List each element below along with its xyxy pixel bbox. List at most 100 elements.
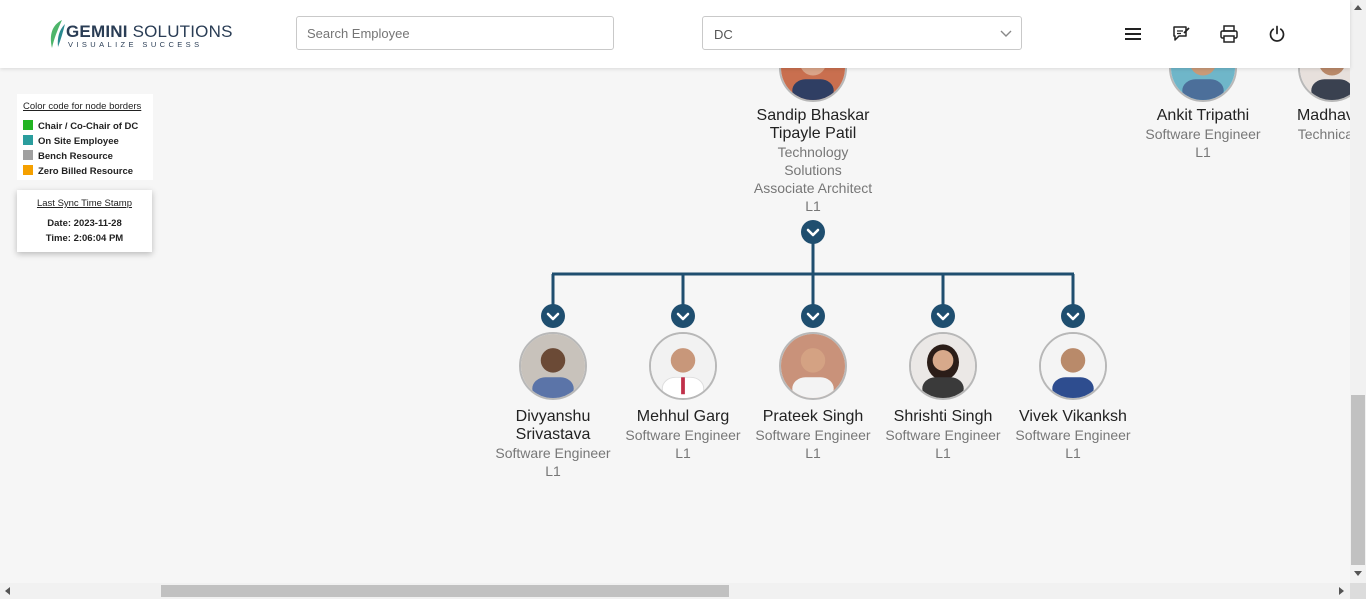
peer-node-text-madhav: Madhav K Technical T — [1268, 107, 1350, 143]
peer-title: Software Engineer — [1145, 126, 1261, 142]
scroll-up-arrow-icon[interactable] — [1354, 5, 1362, 10]
child-avatar-prateek[interactable] — [779, 332, 847, 400]
chevron-down-icon — [1000, 30, 1012, 37]
child-title: Software Engineer — [1015, 427, 1131, 443]
leaf-logo-icon — [50, 20, 65, 48]
person-photo-icon — [1041, 334, 1105, 398]
parent-name-line2: Tipayle Patil — [769, 125, 857, 142]
child-avatar-shrishti[interactable] — [909, 332, 977, 400]
legend-swatch — [23, 165, 33, 175]
child-expand-toggle[interactable] — [801, 304, 825, 328]
person-photo-icon — [781, 334, 845, 398]
org-connectors — [551, 243, 1075, 306]
child-avatar-vivek[interactable] — [1039, 332, 1107, 400]
child-avatar-mehhul[interactable] — [649, 332, 717, 400]
org-chart-canvas[interactable]: Sandip Bhaskar Tipayle Patil Technology … — [0, 0, 1350, 583]
color-legend-panel: Color code for node borders Chair / Co-C… — [17, 94, 153, 180]
child-level: L1 — [1065, 445, 1081, 461]
peer-name: Ankit Tripathi — [1156, 107, 1250, 124]
peer-node-text-ankit: Ankit Tripathi Software Engineer L1 — [1138, 107, 1268, 161]
legend-label: Bench Resource — [38, 151, 113, 162]
legend-label: Zero Billed Resource — [38, 166, 134, 177]
parent-node-text: Sandip Bhaskar Tipayle Patil Technology … — [748, 107, 878, 215]
parent-title-line1: Technology — [777, 144, 849, 160]
child-name-line1: Mehhul Garg — [636, 408, 730, 425]
peer-name: Madhav K — [1296, 107, 1350, 124]
vertical-scroll-thumb[interactable] — [1351, 395, 1365, 565]
child-level: L1 — [805, 445, 821, 461]
legend-item-onsite: On Site Employee — [23, 135, 119, 147]
search-employee-input[interactable] — [296, 16, 614, 50]
horizontal-scroll-thumb[interactable] — [161, 585, 729, 597]
child-title: Software Engineer — [495, 445, 611, 461]
chevron-down-icon — [936, 312, 950, 321]
child-title: Software Engineer — [755, 427, 871, 443]
legend-item-bench: Bench Resource — [23, 150, 113, 162]
legend-label: On Site Employee — [38, 136, 119, 147]
child-node-text: Mehhul Garg Software Engineer L1 — [618, 408, 748, 462]
chevron-down-icon — [1066, 312, 1080, 321]
power-icon[interactable] — [1267, 24, 1287, 44]
scroll-down-arrow-icon[interactable] — [1354, 571, 1362, 576]
chevron-down-icon — [806, 312, 820, 321]
child-name-line1: Vivek Vikanksh — [1019, 408, 1127, 425]
vertical-scrollbar[interactable] — [1350, 0, 1366, 583]
top-header: GEMINI SOLUTIONS VISUALIZE SUCCESS DC — [0, 0, 1350, 68]
person-photo-icon — [911, 334, 975, 398]
legend-item-zero-billed: Zero Billed Resource — [23, 165, 133, 177]
child-level: L1 — [675, 445, 691, 461]
child-node-text: Shrishti Singh Software Engineer L1 — [878, 408, 1008, 462]
chevron-down-icon — [546, 312, 560, 321]
legend-swatch — [23, 150, 33, 160]
legend-swatch — [23, 120, 33, 130]
parent-name-line1: Sandip Bhaskar — [756, 107, 870, 124]
child-node-text: Divyanshu Srivastava Software Engineer L… — [488, 408, 618, 480]
chevron-down-icon — [806, 228, 820, 237]
child-expand-toggle[interactable] — [671, 304, 695, 328]
peer-title: Technical T — [1297, 126, 1350, 142]
peer-level: L1 — [1195, 144, 1211, 160]
child-expand-toggle[interactable] — [541, 304, 565, 328]
parent-title-line2: Solutions — [784, 162, 842, 178]
child-node-text: Prateek Singh Software Engineer L1 — [748, 408, 878, 462]
child-expand-toggle[interactable] — [931, 304, 955, 328]
child-avatar-divyanshu[interactable] — [519, 332, 587, 400]
sync-time: Time: 2:06:04 PM — [45, 233, 124, 244]
child-level: L1 — [545, 463, 561, 479]
sync-date: Date: 2023-11-28 — [47, 218, 122, 229]
sync-timestamp-panel: Last Sync Time Stamp Date: 2023-11-28 Ti… — [17, 190, 152, 252]
logo-name-bold: GEMINI — [66, 22, 128, 41]
child-name-line1: Divyanshu — [515, 408, 591, 425]
printer-icon[interactable] — [1219, 24, 1239, 44]
company-logo[interactable]: GEMINI SOLUTIONS VISUALIZE SUCCESS — [46, 17, 232, 53]
parent-title-line3: Associate Architect — [753, 180, 873, 196]
legend-swatch — [23, 135, 33, 145]
logo-name: GEMINI SOLUTIONS — [66, 22, 233, 42]
dropdown-selected-value: DC — [714, 27, 733, 42]
child-name-line1: Prateek Singh — [762, 408, 864, 425]
child-name-line1: Shrishti Singh — [893, 408, 993, 425]
horizontal-scrollbar[interactable] — [0, 583, 1350, 599]
logo-name-rest: SOLUTIONS — [127, 22, 233, 41]
child-title: Software Engineer — [625, 427, 741, 443]
legend-item-chair: Chair / Co-Chair of DC — [23, 120, 138, 132]
chevron-down-icon — [676, 312, 690, 321]
parent-level: L1 — [805, 198, 821, 214]
legend-title: Color code for node borders — [23, 101, 142, 112]
menu-icon[interactable] — [1123, 24, 1143, 44]
person-photo-icon — [651, 334, 715, 398]
logo-tagline: VISUALIZE SUCCESS — [68, 40, 203, 49]
person-photo-icon — [521, 334, 585, 398]
child-name-line2: Srivastava — [515, 426, 591, 443]
parent-collapse-toggle[interactable] — [801, 220, 825, 244]
child-title: Software Engineer — [885, 427, 1001, 443]
feedback-icon[interactable] — [1171, 24, 1191, 44]
scroll-right-arrow-icon[interactable] — [1339, 587, 1344, 595]
sync-title: Last Sync Time Stamp — [36, 198, 133, 209]
scroll-left-arrow-icon[interactable] — [5, 587, 10, 595]
department-dropdown[interactable]: DC — [702, 16, 1022, 50]
child-node-text: Vivek Vikanksh Software Engineer L1 — [1008, 408, 1138, 462]
scrollbar-corner — [1350, 583, 1366, 599]
child-level: L1 — [935, 445, 951, 461]
child-expand-toggle[interactable] — [1061, 304, 1085, 328]
